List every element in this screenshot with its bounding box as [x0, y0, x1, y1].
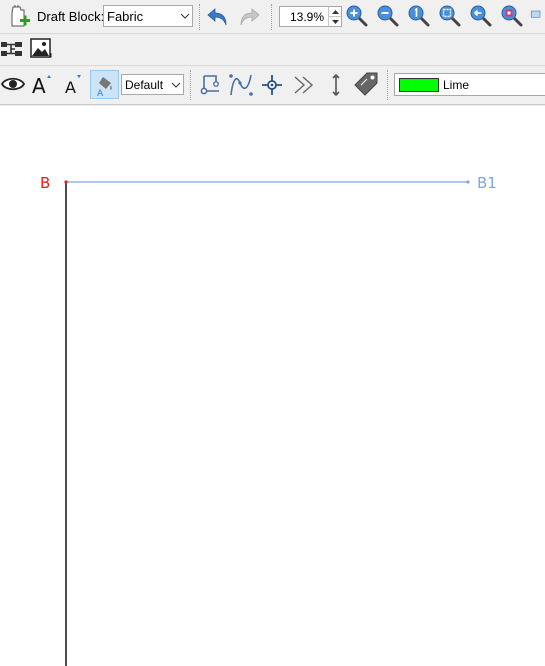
toolbar-separator: [190, 70, 191, 100]
zoom-original-icon[interactable]: [406, 3, 432, 29]
draft-toolbar: Draft Block: Fabric 13.9%: [0, 0, 545, 34]
mode-toolbar: [0, 34, 545, 64]
zoom-scale-spinbox[interactable]: 13.9%: [279, 6, 342, 27]
toolbar-bottom-border: [0, 104, 545, 105]
point-b1-label: B1: [477, 174, 497, 192]
toolbar-separator: [387, 70, 388, 100]
chevron-down-icon: [169, 82, 183, 88]
label-fill-icon[interactable]: A: [90, 70, 119, 99]
svg-text:A: A: [97, 89, 104, 97]
zoom-previous-icon[interactable]: [468, 3, 494, 29]
intersection-tool-icon[interactable]: [259, 72, 285, 98]
redo-icon[interactable]: [236, 4, 262, 30]
zoom-out-icon[interactable]: [375, 3, 401, 29]
draft-block-value: Fabric: [107, 8, 144, 24]
tools-toolbar: A A A Default Lime: [0, 66, 545, 104]
zoom-window-icon[interactable]: [530, 3, 545, 29]
toolbar-separator: [271, 4, 272, 30]
line-color-value: Lime: [443, 77, 470, 92]
detail-mode-icon[interactable]: [0, 36, 26, 62]
eye-icon[interactable]: [0, 71, 26, 97]
tag-icon[interactable]: [353, 71, 379, 97]
measurement-tool-icon[interactable]: [323, 72, 349, 98]
chevron-down-icon: [178, 13, 192, 19]
pattern-drawing: [64, 180, 470, 666]
color-swatch: [399, 77, 439, 92]
image-icon[interactable]: [28, 36, 54, 62]
point-tool-icon[interactable]: [197, 72, 223, 98]
draft-block-select[interactable]: Fabric: [103, 5, 193, 27]
svg-text:A: A: [65, 78, 76, 96]
zoom-to-point-icon[interactable]: [499, 3, 525, 29]
zoom-fit-best-icon[interactable]: [437, 3, 463, 29]
curve-tool-icon[interactable]: [228, 72, 254, 98]
label-font-select[interactable]: Default: [121, 74, 184, 95]
label-font-value: Default: [125, 77, 164, 92]
draft-block-label: Draft Block:: [37, 9, 105, 24]
zoom-value: 13.9%: [289, 9, 324, 24]
point-b1[interactable]: [466, 180, 470, 184]
zoom-in-icon[interactable]: [344, 3, 370, 29]
operations-tool-icon[interactable]: [291, 72, 317, 98]
new-pattern-piece-icon[interactable]: [6, 4, 32, 30]
line-color-select[interactable]: Lime: [394, 73, 545, 96]
spin-down-icon[interactable]: [329, 16, 341, 26]
undo-icon[interactable]: [205, 4, 231, 30]
svg-text:A: A: [32, 74, 46, 96]
toolbar-separator: [199, 4, 200, 30]
point-b-label: B: [40, 174, 51, 192]
drawing-canvas[interactable]: B B1: [0, 106, 545, 666]
point-b[interactable]: [64, 180, 68, 184]
toolbar-area: Draft Block: Fabric 13.9% A A A Default …: [0, 0, 545, 106]
increase-label-font-icon[interactable]: A: [29, 71, 55, 97]
spin-up-icon[interactable]: [329, 7, 341, 16]
decrease-label-font-icon[interactable]: A: [60, 71, 86, 97]
